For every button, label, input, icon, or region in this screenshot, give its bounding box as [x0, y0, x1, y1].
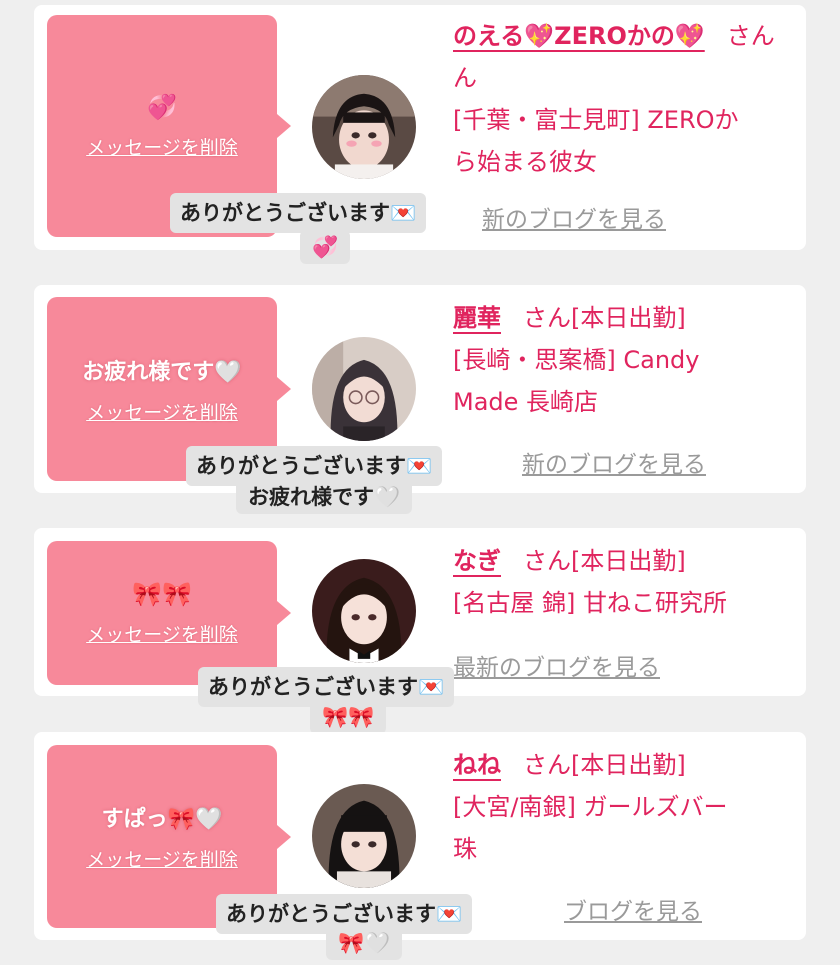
reply-message: ありがとうございます💌 — [170, 193, 427, 233]
shop-info: 珠 — [453, 835, 477, 863]
shop-info: [千葉・富士見町] ZEROか — [453, 106, 739, 134]
avatar[interactable] — [312, 559, 416, 663]
girl-name-link[interactable]: 麗華 — [453, 304, 501, 332]
shop-info: Made 長崎店 — [453, 388, 599, 416]
status-label: [本日出勤] — [571, 751, 686, 779]
girl-info: ねね さん[本日出勤] [大宮/南銀] ガールズバー 珠 — [453, 744, 793, 870]
san-label: さん — [523, 547, 571, 575]
shop-info: [名古屋 錦] 甘ねこ研究所 — [453, 589, 727, 617]
latest-blog-link[interactable]: ブログを見る — [564, 892, 702, 926]
bubble-message: すぱっ🎀🤍 — [101, 807, 223, 832]
avatar[interactable] — [312, 337, 416, 441]
shop-info: [長崎・思案橋] Candy — [453, 346, 700, 374]
girl-name-link[interactable]: なぎ — [453, 547, 501, 575]
reply-message-extra: 🎀🎀 — [310, 700, 387, 734]
san-label: さん — [523, 304, 571, 332]
girl-name-link[interactable]: のえる💖ZEROかの💖 — [453, 22, 705, 50]
bubble-message: お疲れ様です🤍 — [82, 359, 242, 385]
bubble-message: 🎀🎀 — [132, 579, 192, 608]
latest-blog-link[interactable]: 新のブログを見る — [482, 200, 666, 234]
shop-info: [大宮/南銀] ガールズバー — [453, 793, 728, 821]
avatar[interactable] — [312, 784, 416, 888]
san-label: さん — [523, 751, 571, 779]
message-bubble: 🎀🎀 メッセージを削除 — [47, 541, 277, 685]
status-label: [本日出勤] — [571, 304, 686, 332]
bubble-message: 💞 — [147, 92, 177, 121]
delete-message-link[interactable]: メッセージを削除 — [86, 398, 238, 425]
delete-message-link[interactable]: メッセージを削除 — [86, 620, 238, 647]
delete-message-link[interactable]: メッセージを削除 — [86, 133, 238, 160]
avatar[interactable] — [312, 75, 416, 179]
latest-blog-link[interactable]: 新のブログを見る — [522, 445, 706, 479]
shop-info: ん — [453, 64, 477, 92]
reply-message-extra: 🎀🤍 — [326, 926, 403, 960]
girl-info: なぎ さん[本日出勤] [名古屋 錦] 甘ねこ研究所 — [453, 540, 793, 624]
reply-message-extra: お疲れ様です🤍 — [236, 480, 413, 514]
san-label: さん — [726, 22, 775, 50]
status-label: [本日出勤] — [571, 547, 686, 575]
girl-info: 麗華 さん[本日出勤] [長崎・思案橋] Candy Made 長崎店 — [453, 297, 793, 423]
delete-message-link[interactable]: メッセージを削除 — [86, 845, 238, 872]
shop-info: ら始まる彼女 — [453, 148, 597, 176]
girl-info: のえる💖ZEROかの💖 さん ん [千葉・富士見町] ZEROか ら始まる彼女 — [453, 15, 793, 183]
girl-name-link[interactable]: ねね — [453, 751, 501, 779]
latest-blog-link[interactable]: 最新のブログを見る — [453, 648, 660, 682]
reply-message-extra: 💞 — [300, 230, 351, 264]
